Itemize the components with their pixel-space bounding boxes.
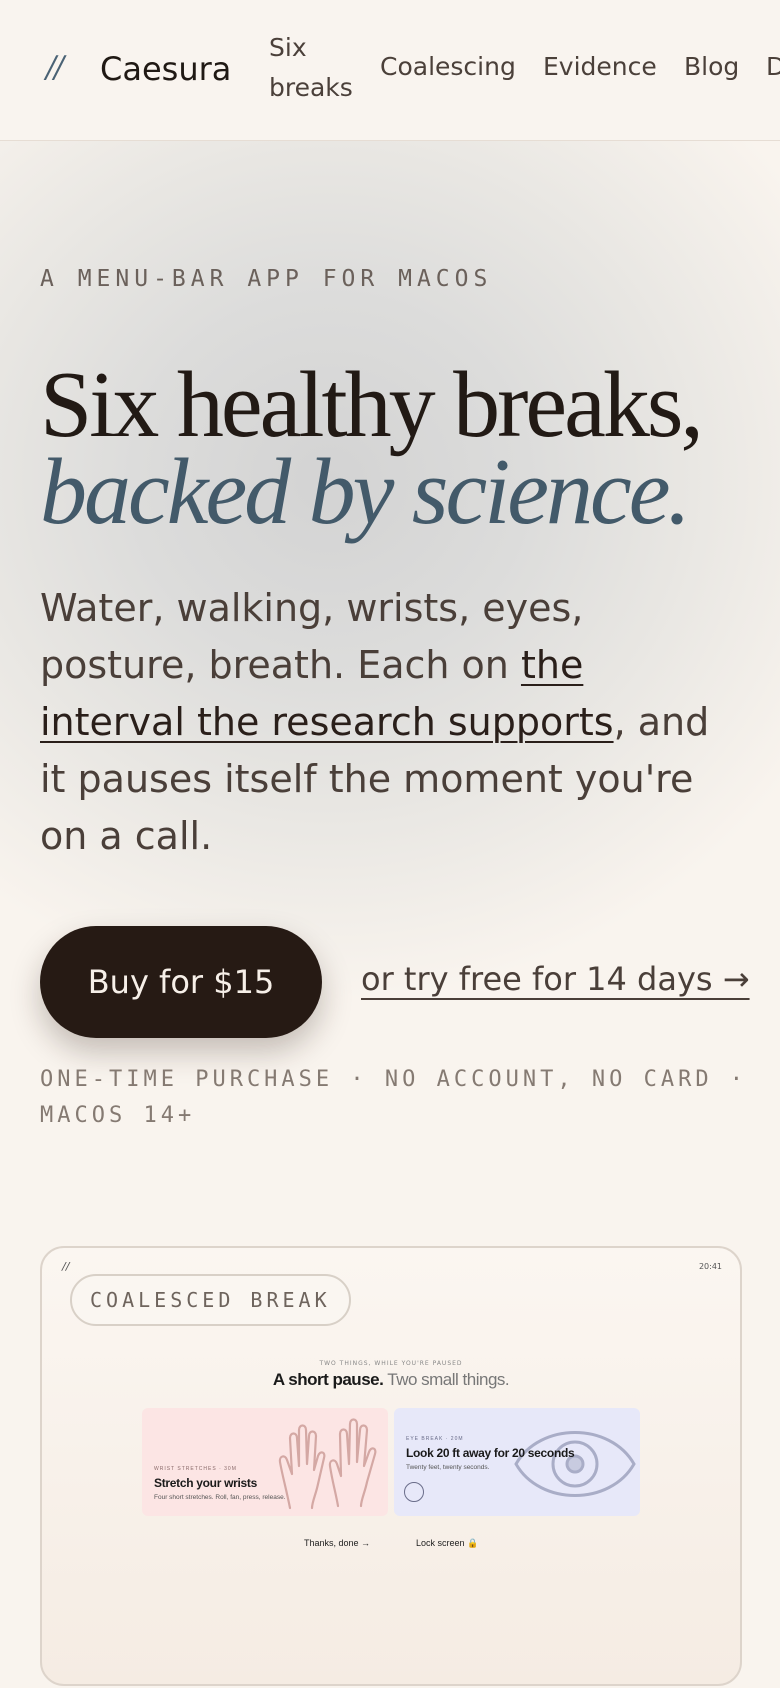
preview-title-light: Two small things. xyxy=(383,1370,510,1389)
preview-title: A short pause. Two small things. xyxy=(42,1370,740,1390)
app-preview-screenshot: // 20:41 COALESCED BREAK TWO THINGS, WHI… xyxy=(40,1246,742,1686)
site-header: // Caesura Six breaks Coalescing Evidenc… xyxy=(0,0,780,141)
eye-card-title: Look 20 ft away for 20 seconds xyxy=(406,1446,575,1460)
nav-evidence[interactable]: Evidence xyxy=(543,47,657,87)
preview-logo-mark-icon: // xyxy=(62,1260,70,1273)
wrist-stretch-card: WRIST STRETCHES · 30M Stretch your wrist… xyxy=(142,1408,388,1516)
free-trial-link[interactable]: or try free for 14 days → xyxy=(361,960,750,998)
eye-card-checkbox[interactable] xyxy=(404,1482,424,1502)
preview-eyebrow: TWO THINGS, WHILE YOU'RE PAUSED xyxy=(319,1360,463,1367)
lede-text-before: Water, walking, wrists, eyes, posture, b… xyxy=(40,586,584,687)
hero-eyebrow: A MENU-BAR APP FOR MACOS xyxy=(40,266,493,292)
thanks-done-button[interactable]: Thanks, done → xyxy=(304,1538,370,1548)
wrist-card-title: Stretch your wrists xyxy=(154,1476,257,1490)
headline-line-2: backed by science. xyxy=(40,440,691,544)
nav-blog[interactable]: Blog xyxy=(684,47,739,87)
purchase-fine-print: ONE-TIME PURCHASE · NO ACCOUNT, NO CARD … xyxy=(40,1067,748,1128)
preview-title-bold: A short pause. xyxy=(272,1370,384,1389)
preview-clock: 20:41 xyxy=(698,1262,722,1271)
nav-six-breaks[interactable]: Six breaks xyxy=(269,28,369,108)
eye-card-subtitle: Twenty feet, twenty seconds. xyxy=(406,1464,490,1471)
nav-overflow-item[interactable]: D xyxy=(766,47,780,87)
hands-icon xyxy=(278,1418,377,1510)
lock-screen-button[interactable]: Lock screen 🔒 xyxy=(416,1538,478,1549)
coalesced-break-badge: COALESCED BREAK xyxy=(70,1274,351,1326)
nav-coalescing[interactable]: Coalescing xyxy=(380,47,516,87)
eye-icon xyxy=(514,1431,636,1497)
logo-mark-icon[interactable]: // xyxy=(46,50,64,85)
eye-card-tag: EYE BREAK · 20M xyxy=(406,1436,464,1442)
eye-break-card: EYE BREAK · 20M Look 20 ft away for 20 s… xyxy=(394,1408,640,1516)
buy-button[interactable]: Buy for $15 xyxy=(40,926,322,1038)
wrist-card-subtitle: Four short stretches. Roll, fan, press, … xyxy=(154,1494,286,1501)
brand-name[interactable]: Caesura xyxy=(100,50,231,88)
hero-lede: Water, walking, wrists, eyes, posture, b… xyxy=(40,580,740,865)
wrist-card-tag: WRIST STRETCHES · 30M xyxy=(154,1466,237,1472)
